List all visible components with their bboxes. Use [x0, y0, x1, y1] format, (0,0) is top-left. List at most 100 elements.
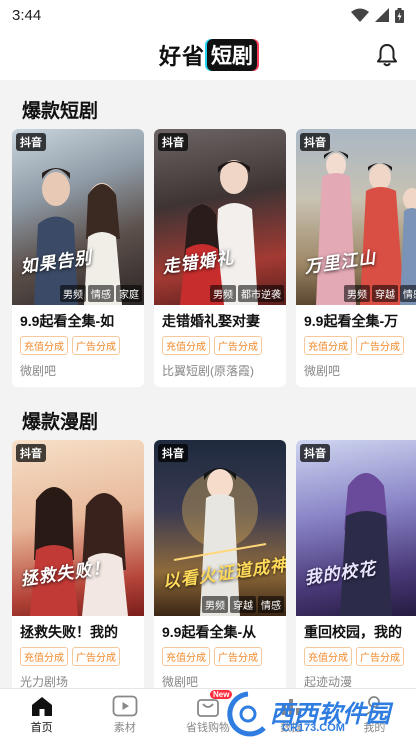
- chip-ad-share: 广告分成: [72, 647, 120, 666]
- section-title-comic-drama: 爆款漫剧: [22, 412, 99, 433]
- platform-badge: 抖音: [158, 444, 188, 462]
- user-icon: [364, 695, 385, 717]
- platform-badge: 抖音: [158, 133, 188, 151]
- cover-art: [316, 151, 416, 305]
- platform-badge: 抖音: [16, 444, 46, 462]
- cover-art: [30, 487, 128, 616]
- chip-recharge-share: 充值分成: [20, 647, 68, 666]
- card-info: 9.9起看全集-从 充值分成 广告分成 微剧吧: [154, 616, 286, 698]
- drama-card[interactable]: 抖音 拯救失败！ 拯救失败！我的 充值分成 广告分成 光力剧场: [12, 440, 144, 698]
- logo-text: 好省: [159, 44, 206, 69]
- revenue-chips: 充值分成 广告分成: [20, 336, 136, 355]
- genre-tag: 情感: [258, 596, 284, 613]
- card-source: 微剧吧: [304, 364, 341, 378]
- chart-icon: [282, 698, 301, 715]
- chip-ad-share: 广告分成: [356, 336, 404, 355]
- tab-label: 素材: [113, 721, 136, 734]
- card-title: 重回校园，我的: [304, 624, 402, 640]
- drama-cover[interactable]: 抖音 如果告别 男频 情感 家庭: [12, 129, 144, 305]
- wifi-icon: [351, 8, 369, 22]
- video-play-icon: [112, 695, 138, 716]
- chip-ad-share: 广告分成: [72, 336, 120, 355]
- tab-label: 首页: [30, 721, 53, 734]
- new-badge: New: [210, 690, 233, 699]
- card-title: 9.9起看全集-如: [20, 313, 115, 329]
- drama-cover[interactable]: 抖音 以看火证道成神 男频 穿越 情感: [154, 440, 286, 616]
- comic-drama-row[interactable]: 抖音 拯救失败！ 拯救失败！我的 充值分成 广告分成 光力剧场 抖音 以看火证道…: [12, 440, 416, 698]
- status-time: 3:44: [12, 6, 42, 24]
- chip-recharge-share: 充值分成: [162, 647, 210, 666]
- bell-icon[interactable]: [376, 43, 398, 67]
- short-drama-row[interactable]: 抖音 如果告别 男频 情感 家庭 9.9起看全集-如 充值分成 广告分成 微剧吧: [12, 129, 416, 387]
- revenue-chips: 充值分成 广告分成: [304, 647, 416, 666]
- drama-card[interactable]: 抖音 如果告别 男频 情感 家庭 9.9起看全集-如 充值分成 广告分成 微剧吧: [12, 129, 144, 387]
- card-title: 拯救失败！我的: [20, 624, 118, 640]
- genre-tags: 男频 情感 家庭: [60, 285, 142, 302]
- drama-cover[interactable]: 抖音 走错婚礼 男频 都市逆袭: [154, 129, 286, 305]
- genre-tag: 男频: [210, 285, 236, 302]
- chip-recharge-share: 充值分成: [304, 647, 352, 666]
- card-title: 走错婚礼娶对妻: [162, 313, 260, 329]
- platform-badge: 抖音: [300, 444, 330, 462]
- drama-card[interactable]: 抖音 走错婚礼 男频 都市逆袭 走错婚礼娶对妻 充值分成 广告分成 比翼短剧(原…: [154, 129, 286, 387]
- drama-card[interactable]: 抖音 我的校花 重回校园，我的 充值分成 广告分成 起迹动漫: [296, 440, 416, 698]
- section-title-short-drama: 爆款短剧: [22, 101, 99, 122]
- drama-card[interactable]: 抖音 以看火证道成神 男频 穿越 情感 9.9起看全集-从 充值分成 广告分成 …: [154, 440, 286, 698]
- signal-icon: [375, 8, 389, 22]
- logo-highlight: 短剧: [207, 39, 258, 71]
- platform-badge: 抖音: [300, 133, 330, 151]
- tab-home[interactable]: 首页: [0, 689, 83, 740]
- revenue-chips: 充值分成 广告分成: [162, 647, 278, 666]
- tab-data[interactable]: 数据: [250, 689, 333, 740]
- genre-tags: 男频 穿越 情感: [344, 285, 416, 302]
- genre-tag: 情感: [88, 285, 114, 302]
- tab-label: 省钱购物: [186, 721, 230, 734]
- genre-tag: 家庭: [116, 285, 142, 302]
- drama-card[interactable]: 抖音 万里江山 男频 穿越 情感 9.9起看全集-万 充值分成 广告分成 微剧吧: [296, 129, 416, 387]
- tab-mine[interactable]: 我的: [333, 689, 416, 740]
- drama-cover[interactable]: 抖音 拯救失败！: [12, 440, 144, 616]
- battery-icon: [395, 7, 404, 23]
- genre-tag: 男频: [60, 285, 86, 302]
- card-info: 走错婚礼娶对妻 充值分成 广告分成 比翼短剧(原落霞): [154, 305, 286, 387]
- genre-tag: 穿越: [372, 285, 398, 302]
- cover-art: [34, 168, 122, 305]
- genre-tags: 男频 都市逆袭: [210, 285, 284, 302]
- chip-ad-share: 广告分成: [214, 647, 262, 666]
- bottom-tab-bar: 首页 素材 New 省钱购物 数据 我的: [0, 688, 416, 740]
- genre-tag: 都市逆袭: [238, 285, 284, 302]
- revenue-chips: 充值分成 广告分成: [162, 336, 278, 355]
- drama-cover[interactable]: 抖音 我的校花: [296, 440, 416, 616]
- chip-ad-share: 广告分成: [356, 647, 404, 666]
- card-source: 微剧吧: [20, 364, 57, 378]
- status-icons: [351, 7, 404, 23]
- status-bar: 3:44: [0, 0, 416, 30]
- app-logo: 好省 短剧: [159, 39, 258, 71]
- drama-cover[interactable]: 抖音 万里江山 男频 穿越 情感: [296, 129, 416, 305]
- cover-art: [180, 160, 258, 305]
- genre-tags: 男频 穿越 情感: [202, 596, 284, 613]
- genre-tag: 男频: [344, 285, 370, 302]
- card-info: 重回校园，我的 充值分成 广告分成 起迹动漫: [296, 616, 416, 698]
- genre-tag: 男频: [202, 596, 228, 613]
- card-title: 9.9起看全集-从: [162, 624, 257, 640]
- revenue-chips: 充值分成 广告分成: [20, 647, 136, 666]
- chip-recharge-share: 充值分成: [20, 336, 68, 355]
- card-title: 9.9起看全集-万: [304, 313, 399, 329]
- chip-recharge-share: 充值分成: [304, 336, 352, 355]
- chip-recharge-share: 充值分成: [162, 336, 210, 355]
- genre-tag: 情感: [400, 285, 416, 302]
- chip-ad-share: 广告分成: [214, 336, 262, 355]
- card-info: 拯救失败！我的 充值分成 广告分成 光力剧场: [12, 616, 144, 698]
- card-info: 9.9起看全集-如 充值分成 广告分成 微剧吧: [12, 305, 144, 387]
- tab-label: 我的: [363, 721, 386, 734]
- card-source: 比翼短剧(原落霞): [162, 364, 254, 378]
- card-info: 9.9起看全集-万 充值分成 广告分成 微剧吧: [296, 305, 416, 387]
- cover-art: [340, 473, 392, 616]
- tab-material[interactable]: 素材: [83, 689, 166, 740]
- tab-shopping[interactable]: New 省钱购物: [166, 689, 249, 740]
- home-icon: [31, 696, 52, 716]
- genre-tag: 穿越: [230, 596, 256, 613]
- app-header: 好省 短剧: [0, 30, 416, 80]
- revenue-chips: 充值分成 广告分成: [304, 336, 416, 355]
